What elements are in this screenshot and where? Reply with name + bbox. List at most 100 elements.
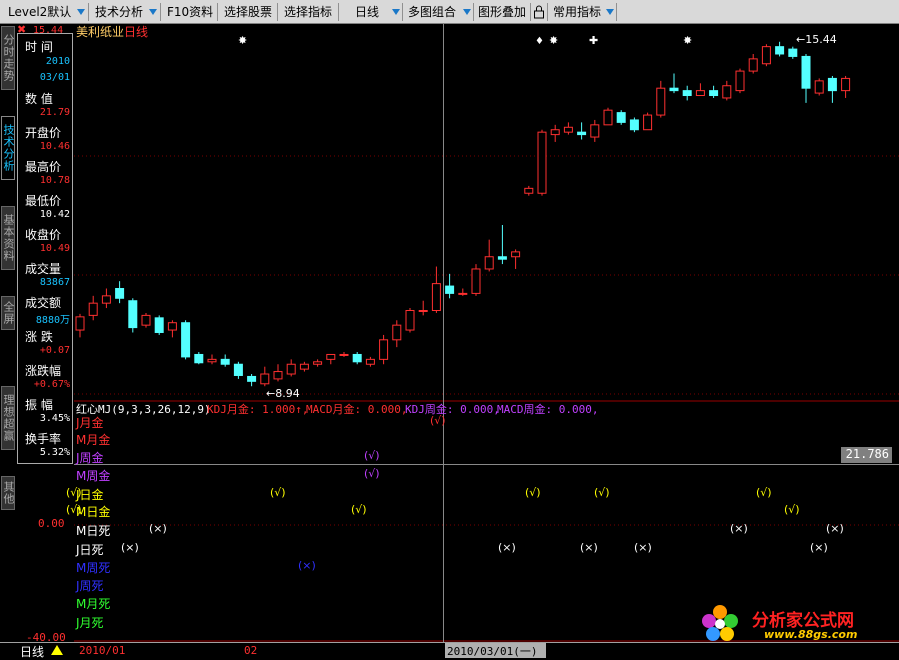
candle-body: [577, 131, 587, 136]
candle-body: [220, 358, 230, 365]
tab-intraday[interactable]: 分时走势: [1, 26, 15, 90]
cursor-date-box: 2010/03/01(一): [445, 643, 546, 658]
candle: [841, 75, 851, 98]
tab-others[interactable]: 其他: [1, 476, 15, 510]
change-value: +0.07: [39, 345, 70, 356]
toolbar-period-daily[interactable]: 日线: [355, 2, 379, 22]
signal-check: (√): [784, 503, 800, 516]
candle-body: [748, 58, 758, 72]
toolbar-level2-default[interactable]: Level2默认: [8, 2, 71, 22]
signal-check: (√): [66, 503, 82, 516]
date-tick-02: 02: [244, 644, 258, 657]
tab-technical-analysis[interactable]: 技术分析: [1, 116, 15, 180]
candle-body: [669, 87, 679, 92]
candle: [497, 224, 507, 265]
row-m-month-gold: M月金: [76, 433, 111, 447]
toolbar-divider: [402, 3, 403, 21]
toolbar-select-indicator[interactable]: 选择指标: [284, 2, 332, 22]
toolbar-technical-analysis[interactable]: 技术分析: [95, 2, 143, 22]
candle-body: [247, 375, 257, 382]
row-m-week-gold: M周金: [76, 469, 111, 483]
candle: [775, 41, 785, 57]
close-label: 收盘价: [25, 228, 62, 242]
star-marker: ✸: [683, 34, 692, 47]
time-label: 时 间: [25, 40, 53, 54]
candle-body: [511, 251, 521, 258]
candle-body: [656, 87, 666, 116]
candle: [326, 353, 336, 365]
macd-week-value: MACD周金: 0.000,: [497, 403, 599, 416]
time-date: 03/01: [39, 72, 70, 83]
open-value: 10.46: [39, 141, 70, 152]
candle-body: [801, 55, 811, 89]
change-pct-label: 涨跌幅: [25, 364, 62, 378]
candle: [75, 313, 85, 338]
candle-body: [260, 373, 270, 385]
signal-cross: (×): [149, 522, 167, 535]
candle: [471, 264, 481, 296]
volume-value: 83867: [39, 277, 70, 288]
candle-body: [273, 371, 283, 380]
candle: [827, 75, 837, 103]
signal-cross: (×): [298, 559, 316, 572]
time-year: 2010: [45, 56, 70, 67]
amount-label: 成交额: [25, 296, 62, 310]
candle: [484, 239, 494, 272]
toolbar-select-stock[interactable]: 选择股票: [224, 2, 272, 22]
candle: [365, 356, 375, 367]
toolbar-multi-chart[interactable]: 多图组合: [408, 2, 456, 22]
candle-body: [379, 339, 389, 360]
candle: [299, 361, 309, 372]
candle: [537, 129, 547, 196]
star-marker: ✚: [589, 34, 598, 47]
candle-body: [761, 46, 771, 65]
candle-body: [603, 109, 613, 126]
toolbar-common-indicators[interactable]: 常用指标: [553, 2, 601, 22]
candle-body: [775, 46, 785, 55]
candle: [788, 46, 798, 59]
candle: [260, 366, 270, 387]
candle-body: [418, 309, 428, 312]
candle: [616, 110, 626, 125]
tab-fundamentals[interactable]: 基本资料: [1, 206, 15, 270]
candle: [392, 320, 402, 348]
toolbar-divider: [530, 3, 531, 21]
tab-ideal-super-win[interactable]: 理想超赢: [1, 386, 15, 450]
low-label: 最低价: [25, 194, 62, 208]
candlestick-chart[interactable]: ✸ ♦ ✸ ✚ ✸: [74, 24, 899, 642]
candle-body: [233, 363, 243, 376]
candle-body: [392, 324, 402, 341]
row-m-week-dead: M周死: [76, 561, 111, 575]
signal-cross: (×): [826, 522, 844, 535]
chart-gridlines: [74, 155, 899, 642]
candle: [273, 364, 283, 382]
indicator-axis-zero: 0.00: [38, 517, 65, 530]
side-tabs: 分时走势 技术分析 基本资料 全屏 理想超赢 其他: [0, 24, 16, 658]
high-label: 最高价: [25, 160, 62, 174]
indicator-value-box: 21.786: [841, 447, 892, 463]
candle: [511, 249, 521, 269]
candle: [379, 334, 389, 365]
signal-check: (√): [756, 486, 772, 499]
candle-body: [788, 48, 798, 57]
signal-cross: (×): [580, 541, 598, 554]
candle-body: [405, 309, 415, 331]
watermark-url: www.88gs.com: [764, 628, 858, 641]
signal-cross: (×): [498, 541, 516, 554]
close-window-icon[interactable]: ✖: [17, 23, 26, 36]
toolbar-f10-data[interactable]: F10资料: [167, 2, 213, 22]
tab-fullscreen[interactable]: 全屏: [1, 296, 15, 330]
signal-cross: (×): [730, 522, 748, 535]
price-axis-top-label: 15.44: [33, 26, 64, 33]
candle: [801, 53, 811, 103]
candle: [761, 44, 771, 67]
toolbar-overlay[interactable]: 图形叠加: [478, 2, 526, 22]
bottom-period-label[interactable]: 日线: [20, 643, 44, 660]
signal-check: (√): [351, 503, 367, 516]
candle-body: [827, 77, 837, 92]
candle-body: [128, 300, 138, 329]
period-arrow-icon[interactable]: [50, 644, 64, 659]
candle-body: [629, 119, 639, 131]
candle-body: [563, 126, 573, 133]
star-marker: ✸: [549, 34, 558, 47]
